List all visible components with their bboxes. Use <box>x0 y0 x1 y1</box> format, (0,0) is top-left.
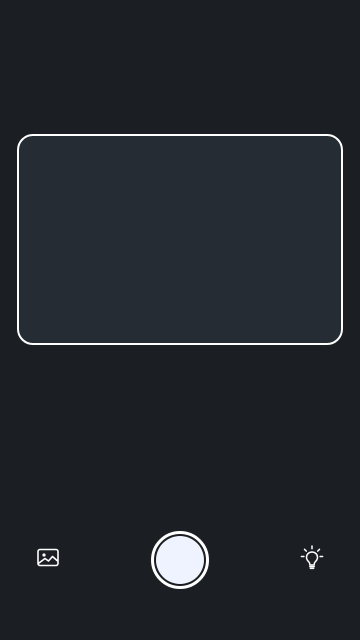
shutter-button[interactable] <box>151 531 209 589</box>
viewfinder-frame <box>17 134 343 345</box>
flash-toggle-button[interactable] <box>292 540 332 580</box>
shutter-inner-circle <box>156 536 204 584</box>
camera-screen <box>0 0 360 640</box>
image-icon <box>36 546 60 574</box>
gallery-button[interactable] <box>28 540 68 580</box>
lightbulb-icon <box>297 543 327 577</box>
camera-controls <box>0 530 360 590</box>
